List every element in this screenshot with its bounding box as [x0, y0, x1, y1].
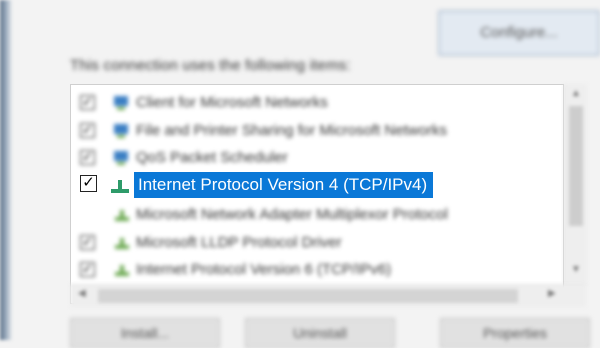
scroll-left-icon[interactable]: ◀	[78, 288, 86, 299]
network-service-icon	[114, 151, 128, 165]
item-label: Internet Protocol Version 6 (TCP/IPv6)	[136, 261, 392, 278]
properties-button[interactable]: Properties	[440, 318, 590, 348]
item-label: Client for Microsoft Networks	[136, 94, 328, 111]
network-protocol-icon	[115, 210, 129, 221]
item-label: QoS Packet Scheduler	[136, 149, 288, 166]
network-protocol-icon	[115, 265, 129, 276]
item-label: Microsoft Network Adapter Multiplexor Pr…	[136, 206, 448, 223]
item-checkbox[interactable]: ✓	[80, 262, 95, 277]
configure-button[interactable]: Configure...	[438, 10, 600, 56]
network-share-icon	[114, 124, 128, 138]
vertical-scrollbar[interactable]: ▲ ▼	[564, 84, 587, 284]
ipv4-checkbox[interactable]: ✓	[80, 175, 97, 192]
action-buttons: Install... Uninstall Properties	[60, 318, 600, 348]
item-label: File and Printer Sharing for Microsoft N…	[136, 122, 447, 139]
uninstall-button[interactable]: Uninstall	[245, 318, 395, 348]
item-checkbox[interactable]: ✓	[80, 95, 95, 110]
ipv4-item-label[interactable]: Internet Protocol Version 4 (TCP/IPv4)	[134, 172, 434, 198]
scroll-right-icon[interactable]: ▶	[548, 288, 556, 299]
scroll-down-icon[interactable]: ▼	[565, 264, 587, 275]
network-protocol-icon	[111, 180, 129, 193]
window-left-edge	[0, 0, 12, 340]
item-label: Microsoft LLDP Protocol Driver	[136, 234, 342, 251]
item-checkbox[interactable]: ✓	[80, 150, 95, 165]
network-protocol-icon	[115, 238, 129, 249]
scroll-thumb[interactable]	[569, 106, 583, 226]
horizontal-scrollbar[interactable]: ◀ ▶	[70, 284, 586, 307]
install-button[interactable]: Install...	[70, 318, 220, 348]
items-list-label: This connection uses the following items…	[70, 57, 351, 74]
item-checkbox[interactable]: ✓	[80, 235, 95, 250]
item-checkbox[interactable]: ✓	[80, 123, 95, 138]
scroll-thumb[interactable]	[98, 289, 518, 303]
network-client-icon	[114, 96, 128, 110]
scroll-up-icon[interactable]: ▲	[565, 88, 587, 99]
